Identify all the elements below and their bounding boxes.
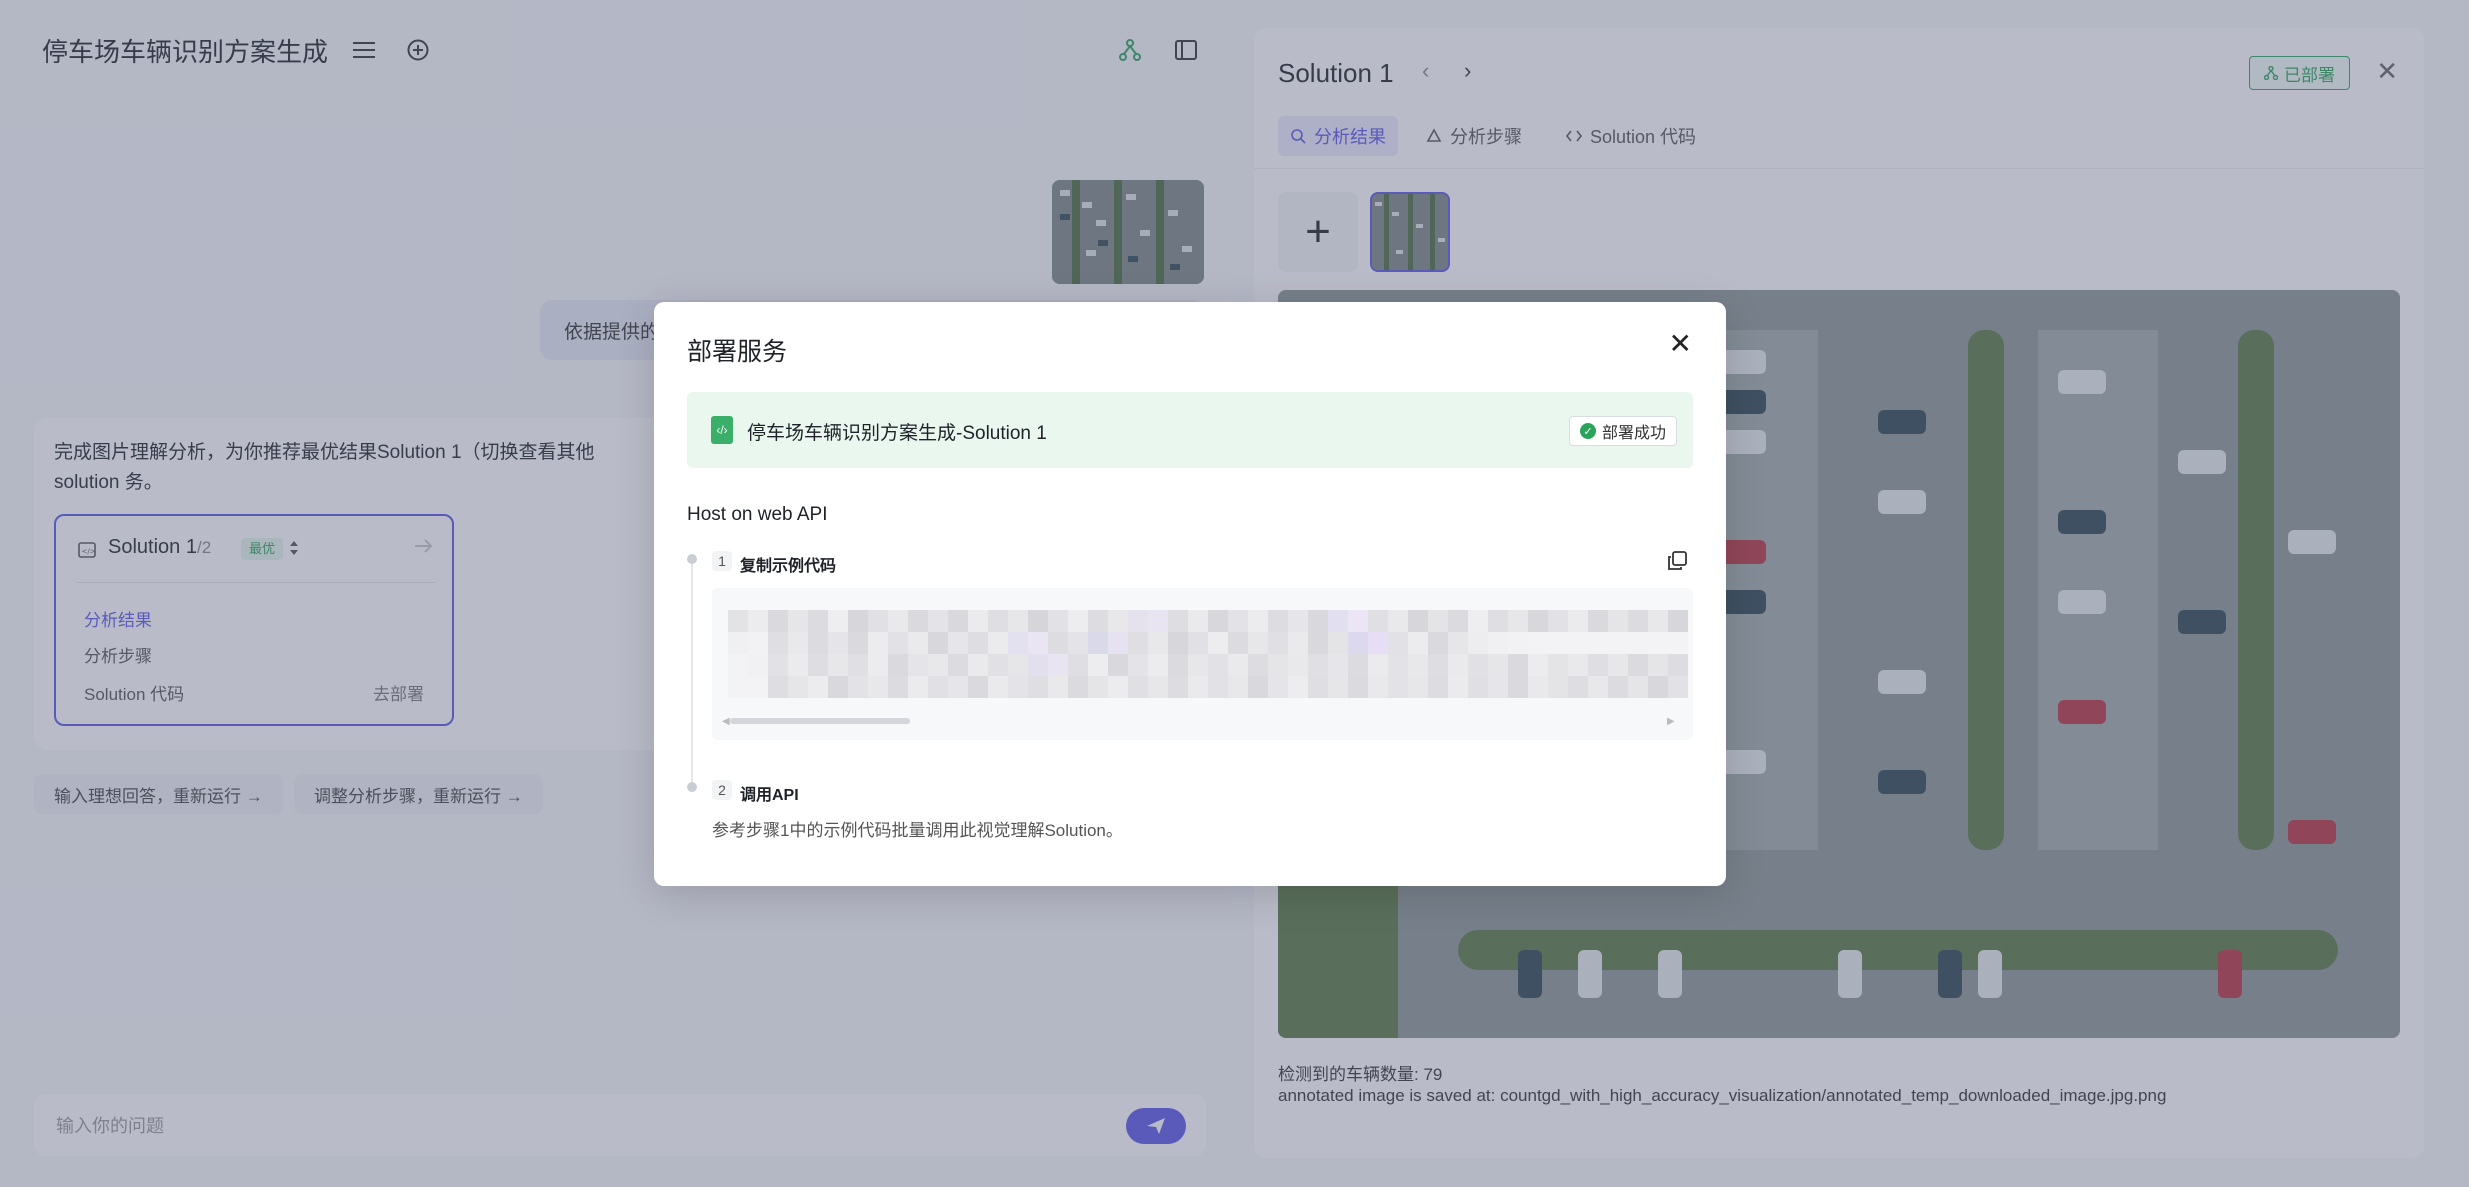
close-icon[interactable]: ✕ xyxy=(1669,330,1692,358)
deploy-service-modal: 部署服务 ✕ ‹/› 停车场车辆识别方案生成-Solution 1 ✓ 部署成功… xyxy=(654,302,1726,886)
service-info-box: ‹/› 停车场车辆识别方案生成-Solution 1 ✓ 部署成功 xyxy=(687,392,1693,468)
step-title: 调用API xyxy=(740,787,799,804)
code-line xyxy=(728,654,1688,676)
step-number: 1 xyxy=(712,551,732,571)
check-circle-icon: ✓ xyxy=(1579,423,1596,439)
scroll-left-arrow[interactable]: ◀ xyxy=(722,716,730,727)
sample-code-block[interactable]: ◀ ▶ xyxy=(712,588,1693,740)
code-line xyxy=(728,676,1688,698)
copy-icon[interactable] xyxy=(1666,550,1688,572)
service-name: 停车场车辆识别方案生成-Solution 1 xyxy=(747,423,1047,444)
modal-title: 部署服务 xyxy=(687,338,788,366)
horizontal-scrollbar[interactable] xyxy=(730,718,910,724)
step-description: 参考步骤1中的示例代码批量调用此视觉理解Solution。 xyxy=(712,821,1123,840)
step-title: 复制示例代码 xyxy=(740,558,837,575)
step-dot xyxy=(687,782,697,792)
step-number: 2 xyxy=(712,780,732,800)
status-badge: ✓ 部署成功 xyxy=(1568,416,1677,446)
code-line xyxy=(728,610,1688,632)
code-line xyxy=(728,632,1688,654)
status-text: 部署成功 xyxy=(1601,425,1666,442)
scroll-right-arrow[interactable]: ▶ xyxy=(1667,716,1675,727)
code-file-icon: ‹/› xyxy=(711,416,733,444)
steps-timeline xyxy=(691,558,693,788)
host-label: Host on web API xyxy=(687,504,828,525)
step-dot xyxy=(687,554,697,564)
